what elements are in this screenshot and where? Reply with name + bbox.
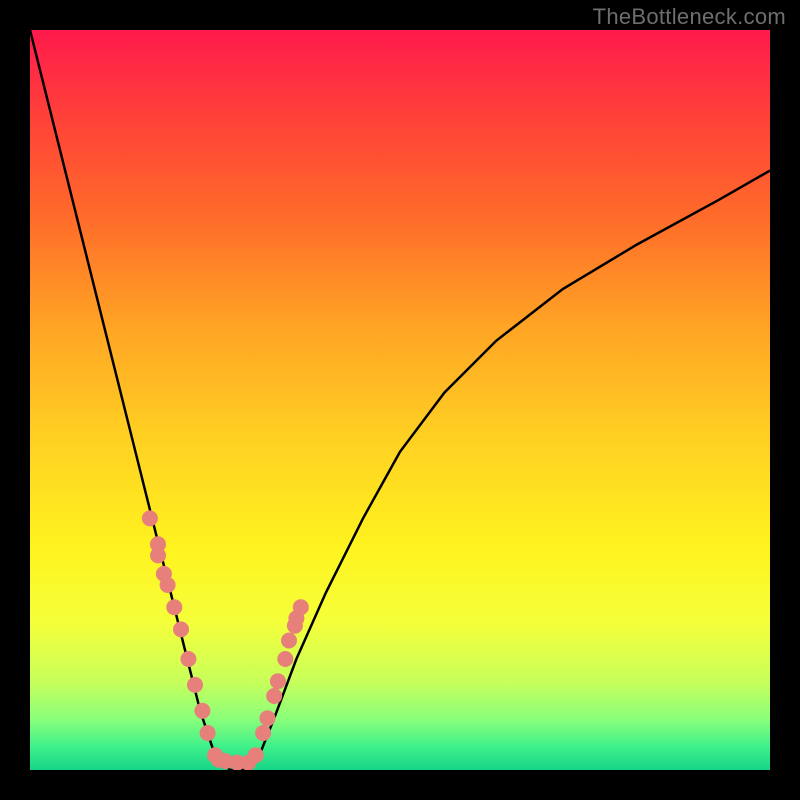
highlight-dot bbox=[260, 710, 276, 726]
highlight-dot bbox=[150, 547, 166, 563]
highlight-dot bbox=[270, 673, 286, 689]
highlight-dot bbox=[173, 621, 189, 637]
highlight-dot bbox=[248, 747, 264, 763]
highlight-dot bbox=[180, 651, 196, 667]
highlight-dot bbox=[200, 725, 216, 741]
highlight-dot bbox=[194, 703, 210, 719]
highlight-dot bbox=[142, 510, 158, 526]
highlight-dot bbox=[266, 688, 282, 704]
highlight-dot bbox=[255, 725, 271, 741]
chart-plot-area bbox=[30, 30, 770, 770]
markers-layer bbox=[142, 510, 309, 770]
highlight-dot bbox=[187, 677, 203, 693]
watermark-text: TheBottleneck.com bbox=[593, 4, 786, 30]
highlight-dot bbox=[293, 599, 309, 615]
highlight-dot bbox=[160, 577, 176, 593]
highlight-dot bbox=[281, 633, 297, 649]
highlight-dot bbox=[277, 651, 293, 667]
chart-svg bbox=[30, 30, 770, 770]
bottleneck-curve bbox=[30, 30, 770, 770]
highlight-dot bbox=[166, 599, 182, 615]
curve-layer bbox=[30, 30, 770, 770]
chart-frame: TheBottleneck.com bbox=[0, 0, 800, 800]
